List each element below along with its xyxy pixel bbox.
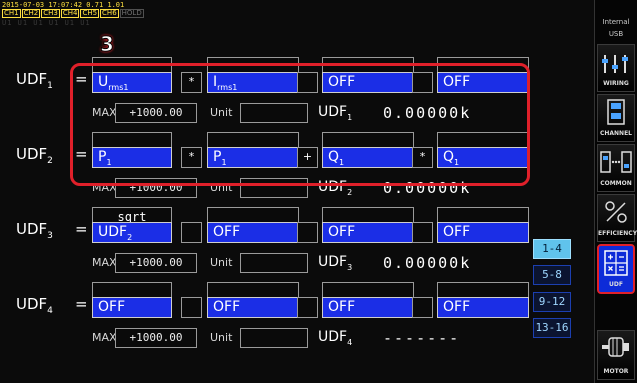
- udf-term-selector[interactable]: OFF: [207, 297, 299, 318]
- function-selector[interactable]: [437, 282, 529, 298]
- unit-field[interactable]: [240, 328, 308, 348]
- max-value-field[interactable]: +1000.00: [115, 253, 197, 273]
- common-icon: [600, 151, 632, 173]
- highlight-frame: [70, 63, 530, 186]
- udf-label: UDF4: [16, 295, 53, 316]
- page-button-5-8[interactable]: 5-8: [533, 265, 571, 285]
- function-selector[interactable]: [322, 207, 414, 223]
- max-value-field[interactable]: +1000.00: [115, 328, 197, 348]
- motor-icon: [602, 337, 629, 357]
- udf-index: 1: [47, 81, 53, 91]
- udf-term-selector[interactable]: OFF: [92, 297, 172, 318]
- function-selector[interactable]: [92, 282, 172, 298]
- udf-name: UDF: [16, 145, 48, 163]
- max-label: MAX: [92, 331, 117, 344]
- function-selector[interactable]: sqrt: [92, 207, 172, 224]
- motor-label: MOTOR: [603, 368, 629, 375]
- udf-term-selector[interactable]: OFF: [322, 222, 414, 243]
- badge-3: 3: [100, 32, 115, 57]
- equals-sign: =: [75, 295, 88, 313]
- wiring-button[interactable]: WIRING: [597, 44, 635, 92]
- page-button-9-12[interactable]: 9-12: [533, 292, 571, 312]
- udf-index: 2: [47, 156, 53, 166]
- ch-indicator: CH5: [80, 9, 100, 18]
- ch-indicator: CH1: [2, 9, 21, 18]
- result-index: 3: [347, 262, 353, 272]
- result-index: 4: [347, 337, 353, 347]
- udf-index: 4: [47, 306, 53, 316]
- operator-selector[interactable]: [412, 222, 433, 243]
- term-subscript: 2: [127, 232, 133, 242]
- udf-label: UDF: [609, 281, 623, 288]
- ch-indicator: CH6: [100, 9, 119, 18]
- result-name: UDF: [318, 329, 348, 345]
- udf-name: UDF: [16, 220, 48, 238]
- operator-selector[interactable]: [181, 297, 202, 318]
- udf-label: UDF3: [16, 220, 53, 241]
- result-value: -------: [383, 329, 461, 347]
- udf-label: UDF1: [16, 70, 53, 91]
- operator-selector[interactable]: [181, 222, 202, 243]
- result-index: 2: [347, 187, 353, 197]
- udf-term-selector[interactable]: OFF: [322, 297, 414, 318]
- equals-sign: =: [75, 220, 88, 238]
- channel-icon: [607, 99, 625, 125]
- udf-term-selector[interactable]: OFF: [437, 297, 529, 318]
- efficiency-icon: [605, 201, 627, 223]
- unit-label: Unit: [210, 331, 233, 344]
- ch-indicator: CH2: [21, 9, 41, 18]
- input-mode-label: Internal USB: [596, 16, 636, 42]
- udf-name: UDF: [16, 70, 48, 88]
- page-button-13-16[interactable]: 13-16: [533, 318, 571, 338]
- ch-indicator: CH4: [60, 9, 80, 18]
- status-datetime: 2015-07-03 17:07:42 0.71 1.01: [2, 1, 124, 9]
- udf-index: 3: [47, 231, 53, 241]
- mode-top-text: Internal: [602, 18, 630, 26]
- operator-selector[interactable]: [297, 222, 318, 243]
- unit-label: Unit: [210, 256, 233, 269]
- wiring-label: WIRING: [603, 80, 629, 87]
- wiring-icon: [602, 55, 628, 73]
- ch-indicator: CH3: [41, 9, 60, 18]
- udf-label: UDF2: [16, 145, 53, 166]
- udf-button[interactable]: UDF: [597, 244, 635, 294]
- function-selector[interactable]: [207, 207, 299, 223]
- hold-indicator: HOLD: [119, 9, 144, 18]
- function-selector[interactable]: [207, 282, 299, 298]
- udf-term-selector[interactable]: UDF2: [92, 222, 172, 243]
- udf-term-selector[interactable]: OFF: [207, 222, 299, 243]
- function-selector[interactable]: [322, 282, 414, 298]
- result-label: UDF4: [318, 329, 352, 347]
- term-name: UDF: [98, 224, 128, 240]
- channel-indicators: CH1 CH2 CH3 CH4 CH5 CH6 HOLD: [2, 9, 145, 18]
- efficiency-label: EFFICIENCY: [598, 230, 637, 237]
- channel-label: CHANNEL: [599, 130, 633, 137]
- unit-field[interactable]: [240, 253, 308, 273]
- max-label: MAX: [92, 256, 117, 269]
- operator-selector[interactable]: [297, 297, 318, 318]
- channel-button[interactable]: CHANNEL: [597, 94, 635, 142]
- common-button[interactable]: COMMON: [597, 144, 635, 192]
- udf-term-selector[interactable]: OFF: [437, 222, 529, 243]
- operator-selector[interactable]: [412, 297, 433, 318]
- result-name: UDF: [318, 254, 348, 270]
- function-selector[interactable]: [437, 207, 529, 223]
- result-label: UDF3: [318, 254, 352, 272]
- common-label: COMMON: [600, 180, 632, 187]
- page-button-1-4[interactable]: 1-4: [533, 239, 571, 259]
- motor-button[interactable]: MOTOR: [597, 330, 635, 380]
- mode-bottom-text: USB: [608, 30, 624, 38]
- udf-name: UDF: [16, 295, 48, 313]
- result-value: 0.00000k: [383, 254, 472, 272]
- version-text: 0.71 1.01: [86, 1, 125, 9]
- status-faint-row: U1 U1 U1 U1 U1 U1: [2, 19, 91, 27]
- datetime-text: 2015-07-03 17:07:42: [2, 1, 83, 9]
- efficiency-button[interactable]: EFFICIENCY: [597, 194, 637, 242]
- calculator-icon: [604, 250, 628, 276]
